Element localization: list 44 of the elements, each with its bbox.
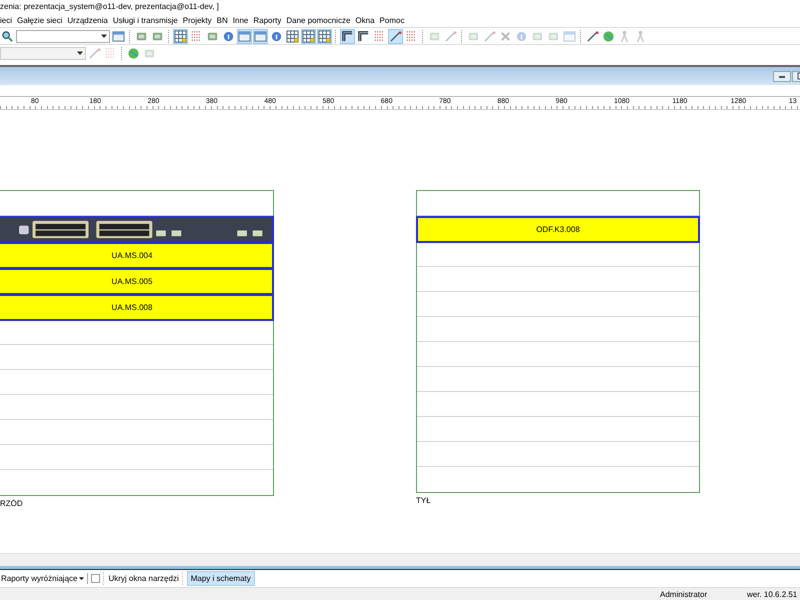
frame-button[interactable]: [340, 28, 355, 44]
line-button[interactable]: [585, 28, 600, 44]
grid-button[interactable]: [173, 28, 188, 44]
hide-tools-link[interactable]: Ukryj okna narzędzi: [108, 574, 179, 583]
tab[interactable]: Mapy i schematy: [186, 571, 255, 586]
grid-button[interactable]: [317, 28, 332, 44]
globe-button[interactable]: [126, 46, 141, 60]
window-button[interactable]: [237, 28, 252, 44]
line-button[interactable]: [388, 28, 403, 44]
window-button[interactable]: [111, 28, 126, 44]
menu-item[interactable]: BN: [216, 16, 228, 25]
user-status: Administrator: [660, 590, 708, 598]
globe-button[interactable]: [601, 28, 616, 44]
dropdown-field[interactable]: [16, 30, 110, 42]
menu-item[interactable]: Projekty: [182, 16, 212, 25]
device-slot[interactable]: ODF.K3.008: [416, 216, 700, 243]
checkbox[interactable]: [91, 574, 100, 583]
search-button[interactable]: [0, 28, 15, 44]
reports-menu-button[interactable]: Raporty wyróżniające: [0, 574, 84, 583]
rack-label: RZÓD: [0, 499, 24, 508]
version-status: wer. 10.6.2.51: [747, 590, 798, 598]
window-title: zenia: prezentacja_system@o11-dev, prezentacja@o11-dev, ]: [0, 2, 219, 11]
scrollbar[interactable]: [0, 553, 800, 566]
caret-icon: [100, 32, 108, 40]
menu-item[interactable]: Inne: [232, 16, 248, 25]
frame-button[interactable]: [356, 28, 371, 44]
menu-item[interactable]: Pomoc: [380, 16, 404, 25]
grid-button[interactable]: [301, 28, 316, 44]
caret-icon: [76, 49, 84, 57]
window-button[interactable]: [253, 28, 268, 44]
device-slot[interactable]: UA.MS.004: [0, 242, 274, 269]
minimize-button[interactable]: [773, 70, 791, 82]
menu-item[interactable]: ieci: [0, 16, 12, 25]
menu-item[interactable]: Raporty: [253, 16, 282, 25]
menu-item[interactable]: Gałęzie sieci: [17, 16, 62, 25]
menu-item[interactable]: Dane pomocnicze: [286, 16, 350, 25]
menu-item[interactable]: Okna: [355, 16, 375, 25]
menu-item[interactable]: Usługi i transmisje: [112, 16, 178, 25]
device-slot[interactable]: UA.MS.008: [0, 294, 274, 321]
rack-label: TYŁ: [416, 496, 432, 505]
menu-item[interactable]: Urządzenia: [67, 16, 108, 25]
device-slot[interactable]: UA.MS.005: [0, 268, 274, 295]
caret-icon: [79, 576, 84, 581]
grid-button[interactable]: [285, 28, 300, 44]
